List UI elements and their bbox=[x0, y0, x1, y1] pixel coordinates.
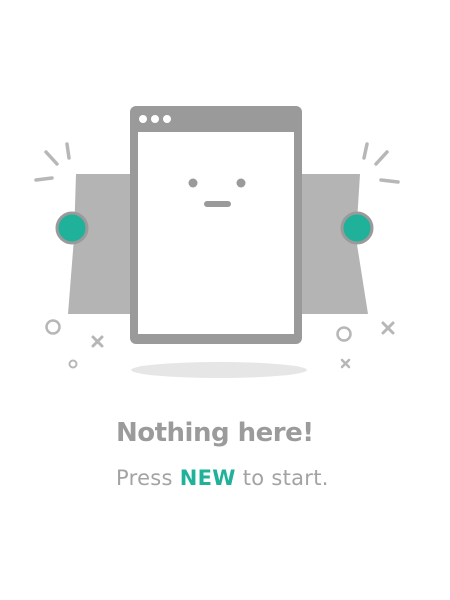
right-sparkle-icon bbox=[362, 142, 400, 184]
cross-icon bbox=[381, 321, 395, 335]
cross-icon bbox=[340, 358, 351, 369]
hint-new-keyword: NEW bbox=[179, 466, 236, 490]
empty-state-illustration bbox=[34, 106, 400, 378]
window-dot-icon bbox=[139, 115, 147, 123]
empty-state-page: Nothing here! Press NEW to start. bbox=[0, 0, 450, 600]
ring-icon bbox=[45, 319, 61, 335]
right-knob-icon bbox=[340, 211, 374, 245]
hint-suffix: to start. bbox=[235, 466, 329, 490]
ring-icon bbox=[68, 359, 78, 369]
cross-icon bbox=[91, 335, 104, 348]
ring-icon bbox=[336, 326, 352, 342]
window-content-area bbox=[138, 132, 294, 334]
hint-prefix: Press bbox=[116, 466, 180, 490]
empty-state-title: Nothing here! bbox=[116, 418, 314, 448]
window-dot-icon bbox=[151, 115, 159, 123]
ground-shadow bbox=[131, 362, 307, 378]
empty-state-hint: Press NEW to start. bbox=[116, 466, 329, 490]
left-knob-icon bbox=[55, 211, 89, 245]
left-sparkle-icon bbox=[34, 142, 71, 182]
left-banner bbox=[68, 174, 136, 314]
window-dot-icon bbox=[163, 115, 171, 123]
